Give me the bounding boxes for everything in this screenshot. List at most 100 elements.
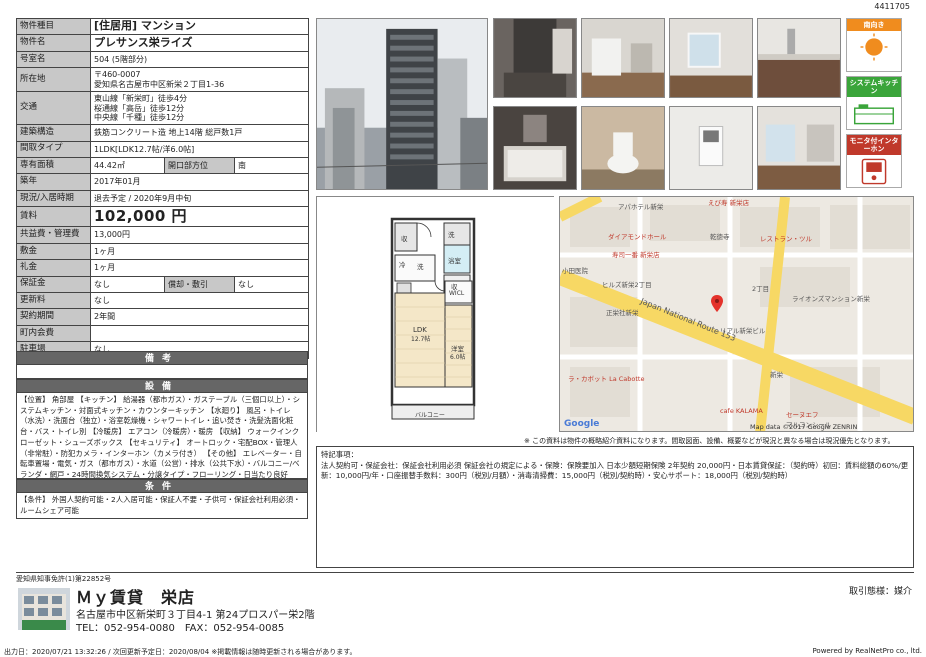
balcony-label: バルコニー <box>415 412 445 419</box>
map-place-label: 正栄社新栄 <box>606 309 639 317</box>
spec-row: 物件名 プレサンス栄ライズ <box>16 34 309 52</box>
map-place-label: アパホテル新栄 <box>618 203 664 211</box>
footer: 出力日：2020/07/21 13:32:26 / 次回更新予定日：2020/0… <box>4 647 922 657</box>
spec-value-line: 〒460-0007 <box>94 70 141 80</box>
spec-row: 町内会費 <box>16 324 309 343</box>
bath-label: 浴室 <box>448 256 462 265</box>
bathroom-photo <box>493 106 577 190</box>
map-place-label: 2丁目 <box>752 285 770 293</box>
feature-badge: モニタ付インターホン <box>846 134 902 188</box>
spec-label: 築年 <box>16 173 91 191</box>
map-place-label: 新栄 <box>770 371 783 379</box>
map-place-label: cafe KALAMA <box>720 407 763 415</box>
spec-row: 物件種目 [住居用] マンション <box>16 17 309 36</box>
room-photo <box>669 18 753 98</box>
spec-value: 鉄筋コンクリート造 地上14階 総戸数1戸 <box>90 124 309 142</box>
company-block: 愛知県知事免許(1)第22852号 Ｍｙ賃貸 栄店 名古屋市中区新栄町３丁目4-… <box>16 574 914 644</box>
spec-value-line: 中央線「千種」徒歩12分 <box>94 112 185 122</box>
spec-label: 所在地 <box>16 67 91 93</box>
deal-type: 取引態様：媒介 <box>848 587 912 597</box>
spec-label: 建築構造 <box>16 124 91 142</box>
intercom-photo <box>669 106 753 190</box>
spec-value <box>90 324 309 343</box>
map-place-label: ヒルズ新栄2丁目 <box>602 281 652 289</box>
spec-value: 102,000 円 <box>90 206 309 228</box>
spec-row: 契約期間 2年間 <box>16 308 309 326</box>
spec-value: なし <box>90 275 165 293</box>
spec-label: 保証金 <box>16 275 91 293</box>
feature-badge: システムキッチン <box>846 76 902 130</box>
special-notes-text: 法人契約可・保証会社：保証会社利用必須 保証会社の規定による・保険：保険要加入 … <box>321 460 909 481</box>
biko-text <box>16 365 308 379</box>
storage-label: 収 <box>401 235 408 243</box>
location-map[interactable]: Japan National Route 153 アパホテル新栄 えび寿 新栄店ダ… <box>559 196 914 432</box>
spec-sub-value: 南 <box>234 156 309 175</box>
spec-label: 礼金 <box>16 259 91 277</box>
fridge-label: 冷 <box>399 260 406 269</box>
closet-label: 洗 <box>417 262 424 271</box>
spec-row: 敷金 1ヶ月 <box>16 242 309 261</box>
feature-badge-label: 南向き <box>847 19 901 32</box>
spec-sub-label: 開口部方位 <box>164 156 235 175</box>
storage2-label: 収 <box>451 283 458 291</box>
spec-sub-label: 償却・敷引 <box>164 275 235 293</box>
western-label: 洋室 <box>451 344 465 353</box>
store-photo <box>18 588 70 630</box>
map-place-label: 寿司一番 新栄店 <box>612 251 660 259</box>
google-logo: Google <box>564 419 600 429</box>
setsubi-text: 【位置】 角部屋 【キッチン】 給湯器（都市ガス）・ガステーブル（三個口以上）・… <box>16 393 308 479</box>
spec-label: 物件名 <box>16 34 91 52</box>
spec-row: 保証金 なし 償却・敷引 なし <box>16 275 309 293</box>
building-photo <box>316 18 488 190</box>
western-size: 6.0帖 <box>450 353 466 361</box>
spec-label: 現況/入居時期 <box>16 189 91 208</box>
spec-value: 東山線「新栄町」徒歩4分 桜通線「高岳」徒歩12分 中央線「千種」徒歩12分 <box>90 91 309 126</box>
kitchen-photo <box>757 18 841 98</box>
feature-badge-label: モニタ付インターホン <box>847 135 901 156</box>
map-place-label: えび寿 新栄店 <box>708 199 750 207</box>
spec-row: 専有面積 44.42㎡ 開口部方位南 <box>16 156 309 175</box>
map-place-label: セーヌエフ <box>786 411 819 419</box>
spec-label: 間取タイプ <box>16 140 91 158</box>
spec-label: 町内会費 <box>16 324 91 343</box>
spec-value: 2年間 <box>90 308 309 326</box>
feature-badge-icon <box>861 158 887 185</box>
spec-row: 交通 東山線「新栄町」徒歩4分 桜通線「高岳」徒歩12分 中央線「千種」徒歩12分 <box>16 91 309 126</box>
spec-value: 2017年01月 <box>90 173 309 191</box>
spec-value: 〒460-0007 愛知県名古屋市中区新栄２丁目1-36 <box>90 67 309 93</box>
spec-row: 現況/入居時期 退去予定 / 2020年9月中旬 <box>16 189 309 208</box>
feature-badge-icon <box>860 33 888 61</box>
spec-value: 1LDK[LDK12.7帖/洋6.0帖] <box>90 140 309 158</box>
spec-value: 退去予定 / 2020年9月中旬 <box>90 189 309 208</box>
spec-value: 1ヶ月 <box>90 242 309 261</box>
map-place-label: ラ・カボット La Cabotte <box>568 375 645 383</box>
map-place-label: ダイアモンドホール <box>608 233 667 241</box>
map-place-label: レストラン・ツル <box>760 235 812 243</box>
wash-label: 洗 <box>448 230 455 239</box>
spec-value: 504 (5階部分) <box>90 50 309 69</box>
spec-label: 交通 <box>16 91 91 126</box>
spec-label: 更新料 <box>16 291 91 310</box>
special-notes-title: 特記事項： <box>321 450 358 459</box>
footer-output-date: 出力日：2020/07/21 13:32:26 / 次回更新予定日：2020/0… <box>4 648 357 656</box>
license-number: 愛知県知事免許(1)第22852号 <box>16 575 112 583</box>
spec-row: 賃料 102,000 円 <box>16 206 309 228</box>
spec-label: 契約期間 <box>16 308 91 326</box>
spec-value: 1ヶ月 <box>90 259 309 277</box>
company-name: Ｍｙ賃貸 栄店 <box>76 588 196 607</box>
setsubi-header: 設備 <box>16 379 308 393</box>
joken-header: 条件 <box>16 479 308 493</box>
spec-label: 号室名 <box>16 50 91 69</box>
entrance-photo <box>493 18 577 98</box>
map-place-label: 乾徳寺 <box>710 233 730 241</box>
feature-badge-icon <box>853 104 895 125</box>
map-place-label: リアル新栄ビル <box>720 327 766 335</box>
divider <box>16 572 914 573</box>
listing-id: 4411705 <box>874 2 910 11</box>
spec-value-line: 愛知県名古屋市中区新栄２丁目1-36 <box>94 79 225 89</box>
disclaimer: ※ この資料は物件の概略紹介資料になります。間取図面、設備、概要などが現況と異な… <box>524 437 895 445</box>
spec-value: なし <box>90 291 309 310</box>
ldk-label: LDK <box>413 326 427 334</box>
spec-row: 間取タイプ 1LDK[LDK12.7帖/洋6.0帖] <box>16 140 309 158</box>
spec-row: 礼金 1ヶ月 <box>16 259 309 277</box>
